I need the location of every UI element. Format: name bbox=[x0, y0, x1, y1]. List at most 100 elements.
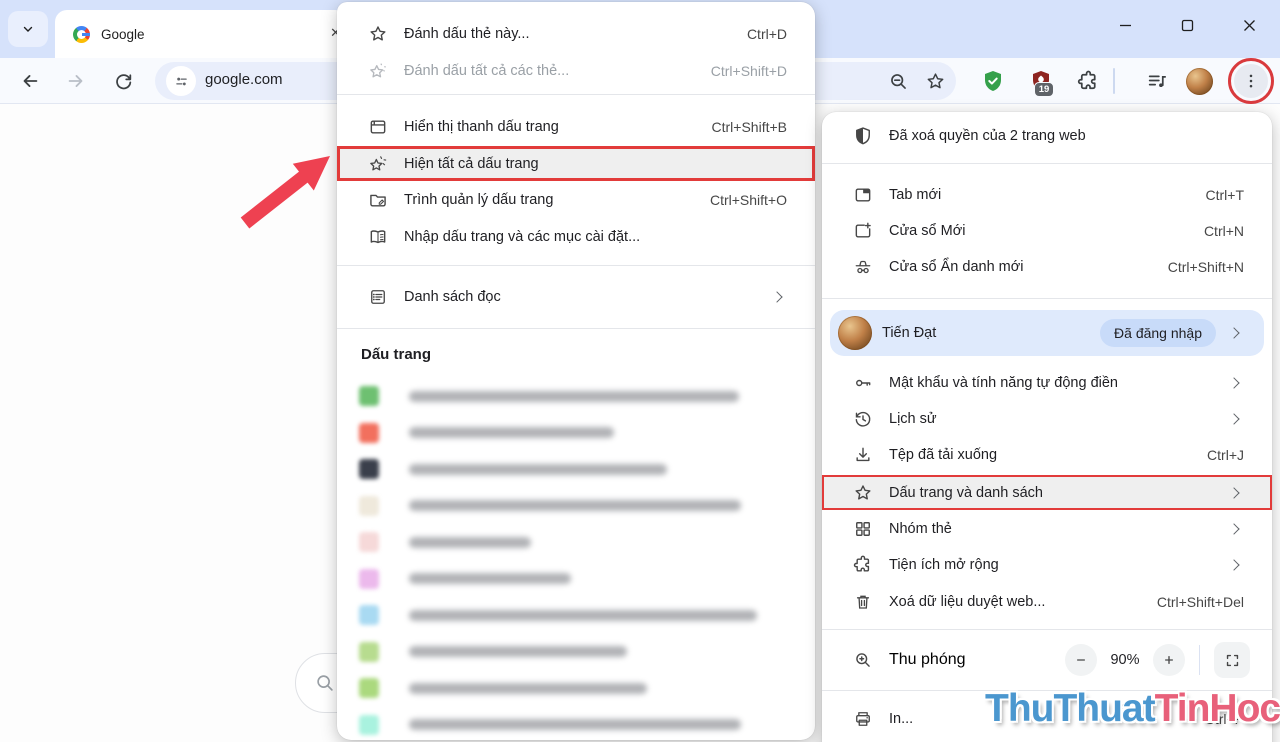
magnifier-plus-icon bbox=[846, 650, 880, 670]
bookmark-title-blurred bbox=[409, 500, 741, 511]
menu-item-bookmark-manager[interactable]: Trình quản lý dấu trang Ctrl+Shift+O bbox=[337, 182, 815, 218]
menu-item-new-window[interactable]: Cửa sổ Mới Ctrl+N bbox=[822, 213, 1272, 249]
key-icon bbox=[846, 373, 880, 393]
menu-item-permissions[interactable]: Đã xoá quyền của 2 trang web bbox=[822, 118, 1272, 154]
back-button[interactable] bbox=[11, 62, 49, 100]
chevron-right-icon bbox=[1228, 559, 1239, 570]
zoom-row: Thu phóng 90% bbox=[822, 642, 1272, 678]
menu-item-import-bookmarks[interactable]: Nhập dấu trang và các mục cài đặt... bbox=[337, 219, 815, 255]
reload-button[interactable] bbox=[104, 62, 142, 100]
chrome-main-menu: Đã xoá quyền của 2 trang web Tab mới Ctr… bbox=[822, 112, 1272, 742]
bookmark-favicon bbox=[359, 642, 379, 662]
profile-avatar-button[interactable] bbox=[1180, 62, 1218, 100]
chevron-right-icon bbox=[1228, 413, 1239, 424]
menu-item-show-all-bookmarks[interactable]: Hiện tất cả dấu trang bbox=[337, 146, 815, 181]
chevron-right-icon bbox=[1228, 377, 1239, 388]
printer-icon bbox=[846, 709, 880, 729]
menu-item-new-incognito-window[interactable]: Cửa sổ Ẩn danh mới Ctrl+Shift+N bbox=[822, 249, 1272, 285]
menu-item-show-bookmarks-bar[interactable]: Hiển thị thanh dấu trang Ctrl+Shift+B bbox=[337, 109, 815, 145]
menu-item-bookmark-all-tabs[interactable]: Đánh dấu tất cả các thẻ... Ctrl+Shift+D bbox=[337, 53, 815, 89]
chevron-right-icon bbox=[1228, 523, 1239, 534]
bookmark-row[interactable] bbox=[337, 634, 815, 670]
menu-item-bookmarks-and-lists[interactable]: Dấu trang và danh sách bbox=[822, 475, 1272, 510]
menu-item-reading-list[interactable]: Danh sách đọc bbox=[337, 279, 815, 315]
search-icon bbox=[314, 672, 336, 694]
watermark-part-blue: ThuThuat bbox=[985, 687, 1155, 730]
menu-divider bbox=[822, 298, 1272, 299]
zoom-value: 90% bbox=[1097, 652, 1153, 668]
bookmark-row[interactable] bbox=[337, 378, 815, 414]
browser-tab[interactable]: Google ✕ bbox=[55, 10, 347, 58]
signed-in-badge: Đã đăng nhập bbox=[1100, 319, 1216, 347]
star-icon bbox=[361, 24, 395, 44]
watermark: ThuThuatTinHoc.vn bbox=[985, 687, 1280, 731]
tune-icon bbox=[173, 73, 190, 90]
playlist-music-icon bbox=[1146, 70, 1168, 92]
bookmarks-bar-icon bbox=[361, 117, 395, 137]
bookmark-row[interactable] bbox=[337, 451, 815, 487]
zoom-label: Thu phóng bbox=[889, 651, 966, 669]
window-controls bbox=[1094, 0, 1280, 50]
bookmark-row[interactable] bbox=[337, 670, 815, 706]
adblock-extension-button[interactable] bbox=[974, 62, 1012, 100]
incognito-icon bbox=[846, 257, 880, 277]
media-controls-button[interactable] bbox=[1138, 62, 1176, 100]
menu-item-clear-browsing-data[interactable]: Xoá dữ liệu duyệt web... Ctrl+Shift+Del bbox=[822, 584, 1272, 620]
shield-check-icon bbox=[981, 69, 1005, 93]
bookmark-row[interactable] bbox=[337, 488, 815, 524]
menu-item-history[interactable]: Lịch sử bbox=[822, 401, 1272, 437]
zoom-divider bbox=[1199, 645, 1200, 675]
zoom-out-button[interactable] bbox=[1065, 644, 1097, 676]
profile-row[interactable]: Tiến Đạt Đã đăng nhập bbox=[830, 310, 1264, 356]
bookmark-row[interactable] bbox=[337, 524, 815, 560]
menu-item-extensions[interactable]: Tiện ích mở rộng bbox=[822, 547, 1272, 583]
url-text: google.com bbox=[205, 71, 283, 88]
bookmark-row[interactable] bbox=[337, 707, 815, 742]
forward-button[interactable] bbox=[57, 62, 95, 100]
bookmarks-submenu: Đánh dấu thẻ này... Ctrl+D Đánh dấu tất … bbox=[337, 2, 815, 740]
avatar bbox=[1186, 68, 1213, 95]
puzzle-icon bbox=[846, 555, 880, 575]
bookmark-favicon bbox=[359, 496, 379, 516]
star-icon bbox=[846, 483, 880, 503]
security-extension-button[interactable]: 19 bbox=[1022, 62, 1060, 100]
bookmark-row[interactable] bbox=[337, 561, 815, 597]
bookmark-row[interactable] bbox=[337, 415, 815, 451]
bookmark-title-blurred bbox=[409, 573, 571, 584]
close-button[interactable] bbox=[1218, 0, 1280, 50]
minimize-button[interactable] bbox=[1094, 0, 1156, 50]
chevron-down-icon bbox=[21, 22, 35, 36]
grid-icon bbox=[846, 519, 880, 539]
bookmark-row[interactable] bbox=[337, 597, 815, 633]
extensions-button[interactable] bbox=[1069, 62, 1107, 100]
tab-icon bbox=[846, 185, 880, 205]
trash-icon bbox=[846, 592, 880, 612]
reload-icon bbox=[113, 71, 134, 92]
menu-item-bookmark-this-tab[interactable]: Đánh dấu thẻ này... Ctrl+D bbox=[337, 16, 815, 52]
fullscreen-button[interactable] bbox=[1214, 642, 1250, 678]
star-double-icon bbox=[361, 61, 395, 81]
star-sparkle-icon bbox=[361, 154, 395, 174]
menu-item-new-tab[interactable]: Tab mới Ctrl+T bbox=[822, 177, 1272, 213]
fullscreen-icon bbox=[1224, 652, 1241, 669]
red-arrow-annotation bbox=[235, 138, 345, 238]
zoom-in-button[interactable] bbox=[1153, 644, 1185, 676]
plus-icon bbox=[1161, 652, 1177, 668]
zoom-out-indicator-icon[interactable] bbox=[888, 71, 909, 92]
puzzle-icon bbox=[1077, 70, 1100, 93]
chevron-right-icon bbox=[1228, 487, 1239, 498]
menu-item-downloads[interactable]: Tệp đã tải xuống Ctrl+J bbox=[822, 437, 1272, 473]
browser-window: Google ✕ google.com bbox=[0, 0, 1280, 742]
site-settings-button[interactable] bbox=[166, 66, 196, 96]
menu-item-tab-groups[interactable]: Nhóm thẻ bbox=[822, 511, 1272, 547]
bookmark-title-blurred bbox=[409, 719, 741, 730]
arrow-right-icon bbox=[65, 70, 87, 92]
menu-item-passwords[interactable]: Mật khẩu và tính năng tự động điền bbox=[822, 365, 1272, 401]
bookmark-title-blurred bbox=[409, 464, 667, 475]
bookmark-favicon bbox=[359, 569, 379, 589]
bookmarks-section-title: Dấu trang bbox=[361, 346, 431, 363]
maximize-button[interactable] bbox=[1156, 0, 1218, 50]
tab-search-button[interactable] bbox=[8, 11, 48, 47]
bookmark-star-icon[interactable] bbox=[925, 71, 946, 92]
watermark-part-pink: TinHoc.vn bbox=[1155, 687, 1280, 730]
